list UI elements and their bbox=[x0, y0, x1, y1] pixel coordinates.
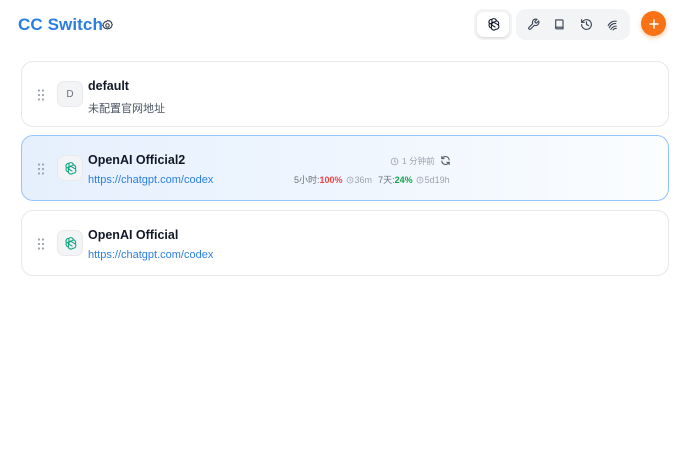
provider-switch-active[interactable] bbox=[477, 12, 509, 37]
usage-7d-label: 7天: bbox=[378, 175, 395, 185]
provider-avatar bbox=[57, 230, 83, 256]
provider-switch[interactable] bbox=[474, 9, 512, 40]
clock-icon bbox=[346, 176, 353, 183]
fingerprint-button[interactable] bbox=[601, 13, 625, 37]
provider-avatar: D bbox=[57, 81, 83, 107]
usage-5h-label: 5小时: bbox=[294, 175, 320, 185]
plus-icon bbox=[648, 18, 659, 29]
provider-name: OpenAI Official bbox=[88, 228, 179, 242]
usage-5h-reset: 36m bbox=[346, 174, 373, 185]
drag-handle-icon[interactable] bbox=[36, 162, 46, 176]
provider-avatar bbox=[57, 155, 83, 181]
usage-5h-reset-text: 36m bbox=[354, 174, 373, 185]
provider-subtitle: 未配置官网地址 bbox=[88, 103, 165, 115]
drag-handle-icon[interactable] bbox=[36, 88, 46, 102]
provider-url-link[interactable]: https://chatgpt.com/codex bbox=[88, 174, 213, 186]
usage-7d-reset-text: 5d19h bbox=[424, 174, 450, 185]
fingerprint-icon bbox=[607, 20, 618, 31]
provider-card-openai-official[interactable]: OpenAI Official https://chatgpt.com/code… bbox=[21, 210, 669, 276]
history-icon bbox=[580, 19, 592, 30]
openai-icon bbox=[64, 161, 76, 175]
usage-5h-percent: 100% bbox=[319, 174, 343, 185]
tools-button[interactable] bbox=[521, 13, 545, 37]
gear-icon bbox=[101, 19, 113, 30]
provider-card-default[interactable]: D default 未配置官网地址 bbox=[21, 61, 669, 127]
usage-summary: 5小时: 100% 36m 7天: 24% 5d19h bbox=[294, 173, 450, 186]
wrench-icon bbox=[527, 18, 540, 30]
provider-name: OpenAI Official2 bbox=[88, 153, 186, 167]
drag-handle-icon[interactable] bbox=[36, 237, 46, 251]
refresh-icon bbox=[440, 155, 450, 165]
book-icon bbox=[555, 19, 564, 30]
usage-7d-reset: 5d19h bbox=[416, 175, 450, 185]
clock-icon bbox=[390, 157, 399, 165]
usage-updated: 1 分钟前 bbox=[390, 155, 435, 167]
header: CC Switch bbox=[0, 0, 690, 50]
docs-button[interactable] bbox=[548, 13, 572, 37]
clock-icon bbox=[416, 176, 423, 183]
openai-icon bbox=[64, 236, 76, 250]
provider-name: default bbox=[88, 79, 129, 93]
provider-card-openai-official2[interactable]: OpenAI Official2 https://chatgpt.com/cod… bbox=[21, 135, 669, 201]
app-title: CC Switch bbox=[18, 15, 103, 34]
toolbar bbox=[516, 9, 630, 40]
refresh-usage-button[interactable] bbox=[439, 154, 451, 166]
usage-updated-text: 1 分钟前 bbox=[402, 156, 435, 166]
add-provider-button[interactable] bbox=[641, 11, 666, 36]
openai-icon bbox=[487, 18, 499, 31]
history-button[interactable] bbox=[574, 13, 598, 37]
usage-7d-percent: 24% bbox=[394, 174, 413, 185]
settings-button[interactable] bbox=[97, 15, 117, 35]
provider-url-link[interactable]: https://chatgpt.com/codex bbox=[88, 249, 213, 261]
